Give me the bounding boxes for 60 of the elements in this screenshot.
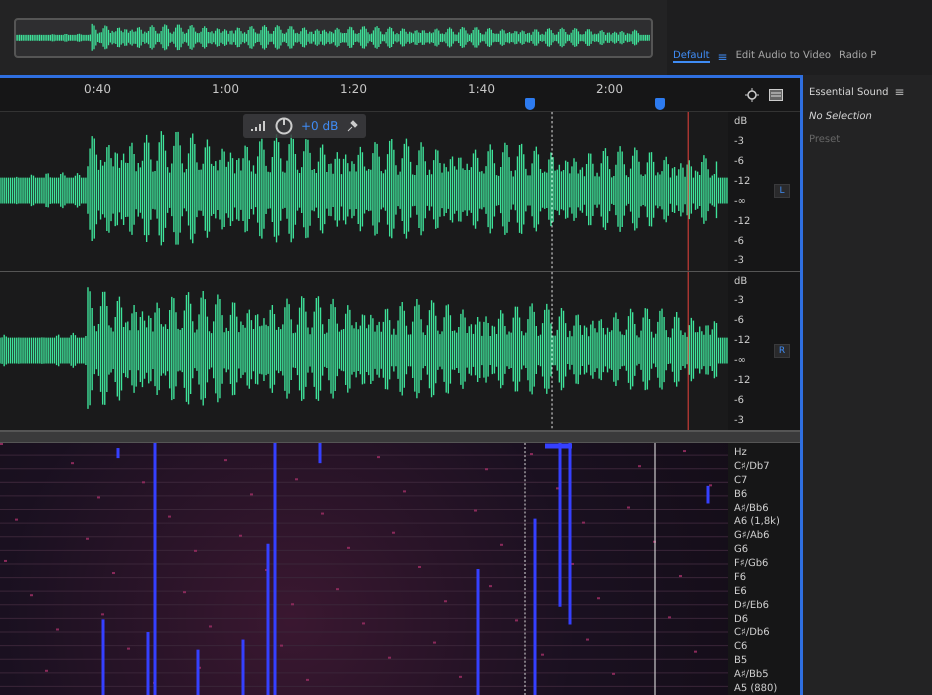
pitch-label: A6 (1,8k) [734, 516, 781, 528]
waveform-drawing[interactable] [0, 272, 728, 430]
channel-toggle[interactable]: L [774, 184, 790, 198]
pitch-label: E6 [734, 586, 748, 598]
pitch-label: Hz [734, 447, 748, 459]
pitch-label: A5 (880) [734, 682, 778, 695]
channel-toggle[interactable]: R [774, 344, 790, 358]
waveform-drawing[interactable] [0, 112, 728, 270]
panel-icon[interactable] [769, 88, 783, 100]
db-label: -∞ [734, 355, 747, 366]
status-text: No Selection [809, 111, 873, 122]
pitch-label: D6 [734, 614, 750, 626]
workspace-tab[interactable]: Edit Audio to Video [736, 50, 831, 63]
pitch-label: F6 [734, 572, 748, 584]
db-label: -3 [734, 414, 745, 426]
time-label: 1:20 [340, 82, 368, 96]
menu-icon[interactable]: ≡ [718, 50, 728, 64]
pitch-label: C6 [734, 641, 748, 654]
db-label: dB [734, 116, 748, 127]
marker-icon[interactable] [525, 98, 535, 110]
pitch-label: C♯/Db6 [734, 627, 771, 640]
pitch-label: C7 [734, 474, 748, 487]
time-label: 0:40 [84, 82, 112, 96]
time-label: 2:00 [596, 82, 624, 96]
zoom-icon[interactable] [745, 88, 759, 102]
workspace-tab[interactable]: Default [673, 50, 710, 63]
gain-value[interactable]: +0 dB [301, 119, 338, 133]
panel-title: Essential Sound [809, 86, 889, 98]
db-label: -6 [734, 156, 745, 167]
pitch-label: G♯/Ab6 [734, 530, 771, 542]
knob-icon[interactable] [275, 117, 293, 135]
scrollbar[interactable] [0, 431, 800, 443]
workspace-tab[interactable]: Radio P [839, 50, 876, 63]
db-label: -3 [734, 136, 745, 147]
db-label: -3 [734, 295, 745, 306]
pitch-label: A♯/Bb6 [734, 502, 770, 514]
db-label: -6 [734, 236, 745, 247]
pitch-label: D♯/Eb6 [734, 600, 770, 612]
db-label: -∞ [734, 196, 747, 207]
pitch-label: B5 [734, 655, 748, 668]
db-label: -12 [734, 335, 752, 346]
db-label: dB [734, 276, 748, 286]
db-label: -12 [734, 176, 752, 187]
db-label: -6 [734, 315, 745, 326]
marker-icon[interactable] [655, 98, 665, 110]
preset-label: Preset [809, 134, 842, 145]
db-label: -6 [734, 395, 745, 406]
time-label: 1:00 [212, 82, 240, 96]
signal-icon [251, 120, 267, 132]
db-label: -12 [734, 216, 752, 227]
pitch-label: C♯/Db7 [734, 460, 771, 473]
pitch-label: B6 [734, 488, 748, 501]
overview-waveform-drawing[interactable] [14, 18, 653, 58]
pitch-label: A♯/Bb5 [734, 669, 770, 681]
db-label: -3 [734, 255, 745, 266]
time-label: 1:40 [468, 82, 496, 96]
menu-icon[interactable]: ≡ [894, 85, 905, 99]
pitch-label: F♯/Gb6 [734, 558, 770, 570]
db-label: -12 [734, 375, 752, 386]
pitch-label: G6 [734, 544, 750, 556]
